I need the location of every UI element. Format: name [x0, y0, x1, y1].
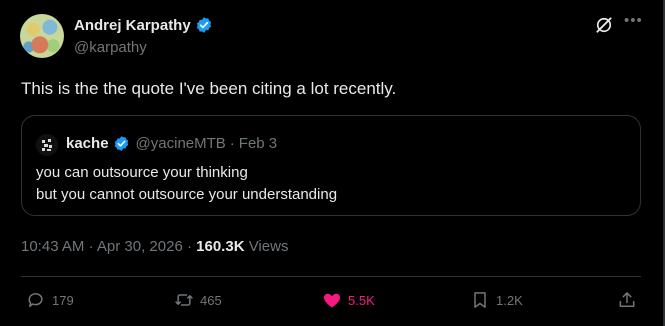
views-count: 160.3K [196, 238, 245, 255]
tweet-meta: 10:43 AM · Apr 30, 2026 · 160.3K Views [21, 238, 288, 255]
author-handle[interactable]: @karpathy [74, 39, 147, 56]
bookmark-icon [474, 292, 486, 308]
quote-author-avatar [36, 134, 58, 156]
author-name-row: Andrej Karpathy [74, 16, 213, 34]
repost-button[interactable]: 465 [174, 290, 222, 310]
tweet-time[interactable]: 10:43 AM [21, 238, 84, 255]
action-bar-divider [21, 276, 641, 277]
quote-author-name: kache [66, 135, 109, 152]
quote-text-line-2: but you cannot outsource your understand… [36, 186, 338, 203]
quote-author-row: kache @yacineMTB · Feb 3 [66, 135, 277, 152]
author-name[interactable]: Andrej Karpathy [74, 17, 191, 34]
repost-count: 465 [200, 292, 222, 308]
share-icon [619, 292, 635, 307]
tweet-date[interactable]: Apr 30, 2026 [97, 238, 183, 255]
verified-badge-icon[interactable] [195, 16, 213, 34]
quote-text-line-1: you can outsource your thinking [36, 164, 248, 181]
more-icon[interactable]: ••• [624, 12, 643, 29]
repost-icon [175, 294, 193, 306]
meta-separator: · [186, 238, 192, 255]
reply-icon [28, 293, 43, 307]
author-avatar[interactable] [20, 14, 64, 58]
bookmark-count: 1.2K [496, 292, 523, 308]
tweet-text: This is the the quote I've been citing a… [21, 79, 397, 98]
heart-icon [323, 293, 341, 308]
quote-separator: · [229, 135, 235, 152]
meta-separator: · [88, 238, 94, 255]
views-label: Views [248, 238, 289, 255]
bookmark-button[interactable]: 1.2K [470, 290, 523, 310]
quoted-tweet[interactable]: kache @yacineMTB · Feb 3 you can outsour… [21, 115, 641, 216]
reply-count: 179 [52, 292, 74, 308]
grok-icon[interactable] [594, 15, 614, 35]
share-button[interactable] [617, 290, 637, 310]
like-button[interactable]: 5.5K [322, 290, 375, 310]
quote-date: Feb 3 [238, 135, 278, 152]
verified-badge-icon [114, 136, 128, 151]
like-count: 5.5K [348, 292, 375, 308]
quote-author-handle: @yacineMTB [135, 135, 226, 152]
reply-button[interactable]: 179 [26, 290, 74, 310]
